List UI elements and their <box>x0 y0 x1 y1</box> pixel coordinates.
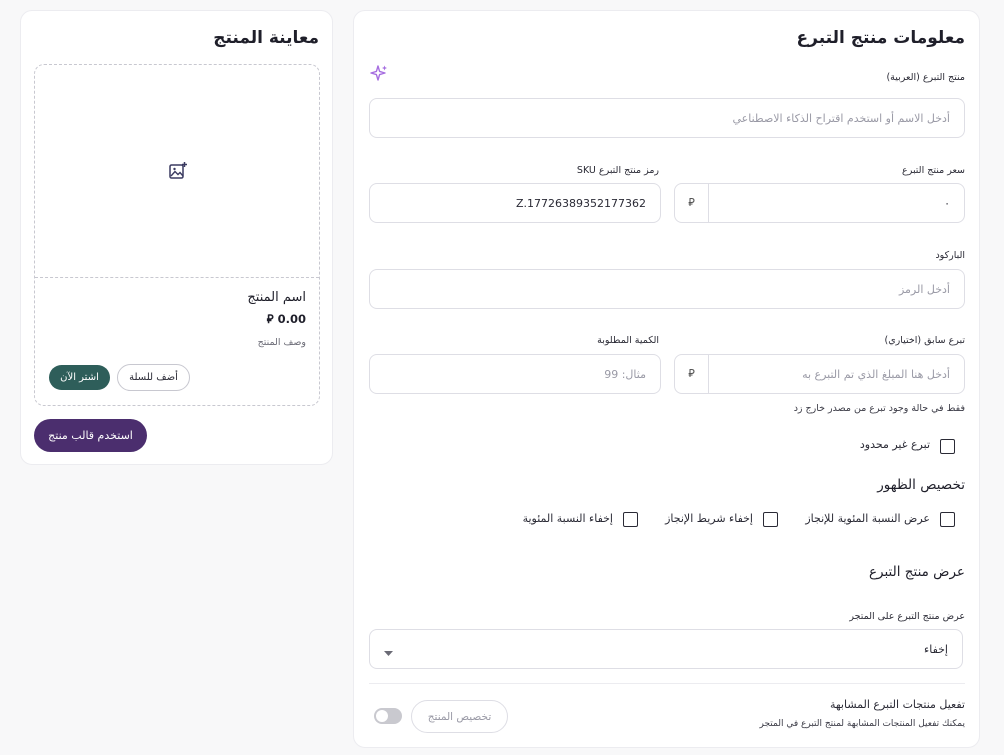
preview-title: معاينة المنتج <box>213 28 319 48</box>
display-store-select[interactable]: إخفاء <box>369 629 963 669</box>
name-input[interactable]: أدخل الاسم أو استخدم اقتراح الذكاء الاصط… <box>369 98 965 138</box>
hide-percentage-checkbox[interactable] <box>623 512 638 527</box>
price-input[interactable]: ٠ ⃁ <box>674 183 965 223</box>
barcode-placeholder: أدخل الرمز <box>898 282 950 296</box>
unlimited-label: تبرع غير محدود <box>859 438 930 451</box>
price-value: ٠ <box>944 196 950 210</box>
donation-info-card: معلومات منتج التبرع منتج التبرع (العربية… <box>353 10 980 748</box>
hide-percentage-label: إخفاء النسبة المئوية <box>522 512 613 525</box>
display-title: عرض منتج التبرع <box>868 564 965 580</box>
similar-products-toggle[interactable] <box>374 708 402 724</box>
sku-value: Z.17726389352177362 <box>515 196 646 210</box>
visibility-title: تخصيص الظهور <box>877 477 965 493</box>
prev-donation-placeholder: أدخل هنا المبلغ الذي تم التبرع به <box>802 367 950 381</box>
preview-description: وصف المنتج <box>257 337 306 348</box>
preview-price-value: 0.00 <box>277 312 306 326</box>
product-preview-card: معاينة المنتج اسم المنتج 0.00 ⃁ وصف المن… <box>20 10 333 465</box>
sku-input[interactable]: Z.17726389352177362 <box>369 183 661 223</box>
show-percentage-label: عرض النسبة المئوية للإنجاز <box>805 512 930 525</box>
show-percentage-checkbox[interactable] <box>940 512 955 527</box>
prev-donation-hint: فقط في حالة وجود تبرع من مصدر خارج زد <box>793 403 965 414</box>
use-template-button[interactable]: استخدم قالب منتج <box>34 419 147 452</box>
price-label: سعر منتج التبرع <box>902 165 965 176</box>
preview-price: 0.00 ⃁ <box>267 312 306 327</box>
add-image-icon[interactable] <box>168 161 188 185</box>
required-qty-label: الكمية المطلوبة <box>597 335 659 346</box>
hide-progress-bar-label: إخفاء شريط الإنجاز <box>665 512 753 525</box>
buy-now-button[interactable]: اشتر الآن <box>49 365 110 390</box>
prev-donation-input[interactable]: أدخل هنا المبلغ الذي تم التبرع به ⃁ <box>674 354 965 394</box>
ai-sparkle-icon[interactable] <box>369 64 389 88</box>
form-title: معلومات منتج التبرع <box>796 28 965 48</box>
name-input-placeholder: أدخل الاسم أو استخدم اقتراح الذكاء الاصط… <box>732 111 950 125</box>
currency-riyal-icon: ⃁ <box>266 312 274 326</box>
chevron-down-icon <box>384 647 393 660</box>
currency-riyal-icon: ⃁ <box>675 355 709 393</box>
preview-product-name: اسم المنتج <box>247 290 306 305</box>
currency-riyal-icon: ⃁ <box>675 184 709 222</box>
required-qty-placeholder: مثال: 99 <box>604 367 646 381</box>
similar-desc: يمكنك تفعيل المنتجات المشابهة لمنتج التب… <box>759 719 965 729</box>
barcode-label: الباركود <box>935 250 965 261</box>
sku-label: رمز منتج التبرع SKU <box>576 165 659 176</box>
barcode-input[interactable]: أدخل الرمز <box>369 269 965 309</box>
prev-donation-label: تبرع سابق (اختياري) <box>884 335 965 346</box>
required-qty-input[interactable]: مثال: 99 <box>369 354 661 394</box>
section-divider <box>369 683 965 684</box>
toggle-knob <box>376 710 388 722</box>
display-store-value: إخفاء <box>924 642 948 656</box>
display-store-label: عرض منتج التبرع على المتجر <box>849 611 965 622</box>
name-label: منتج التبرع (العربية) <box>886 72 965 83</box>
similar-title: تفعيل منتجات التبرع المشابهة <box>829 698 965 711</box>
add-to-cart-button[interactable]: أضف للسلة <box>117 364 190 391</box>
hide-progress-bar-checkbox[interactable] <box>763 512 778 527</box>
unlimited-checkbox[interactable] <box>940 439 955 454</box>
image-divider <box>35 277 319 278</box>
preview-product-box: اسم المنتج 0.00 ⃁ وصف المنتج أضف للسلة ا… <box>34 64 320 406</box>
customize-product-button[interactable]: تخصيص المنتج <box>411 700 508 733</box>
